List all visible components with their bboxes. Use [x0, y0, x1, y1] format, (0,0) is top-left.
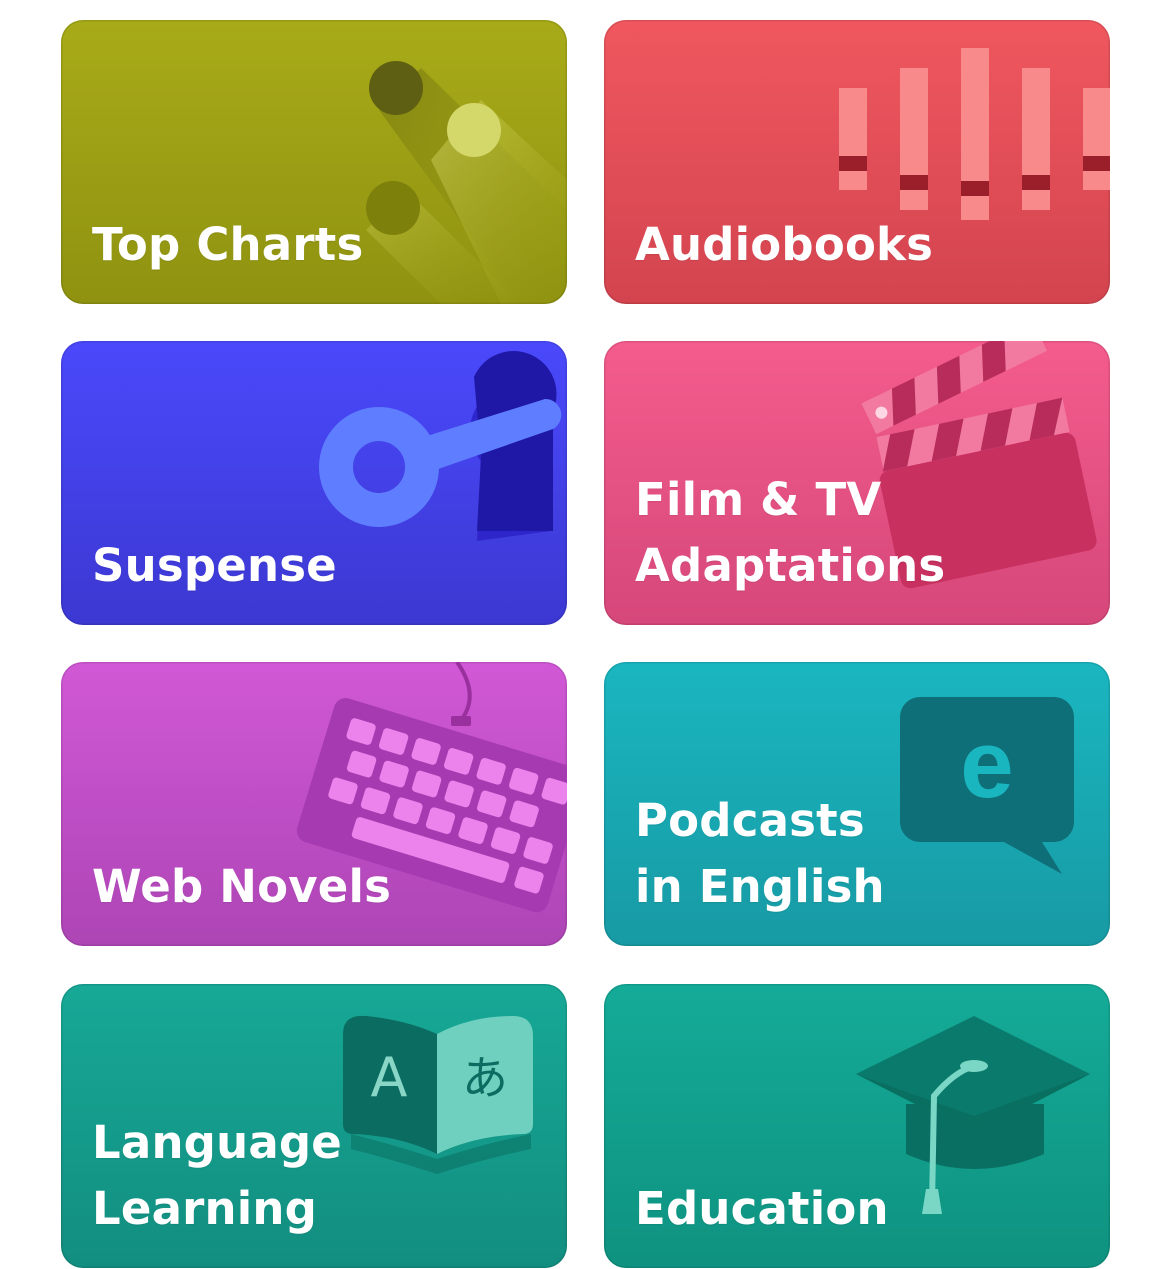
category-tile-top-charts[interactable]: Top Charts: [61, 20, 567, 304]
category-label: Podcasts in English: [635, 794, 885, 913]
category-tile-audiobooks[interactable]: Audiobooks: [604, 20, 1110, 304]
category-tile-suspense[interactable]: Suspense: [61, 341, 567, 625]
book-right-letter: あ: [462, 1051, 508, 1105]
category-tile-web-novels[interactable]: Web Novels: [61, 662, 567, 946]
category-tile-film-tv-adaptations[interactable]: Film & TV Adaptations: [604, 341, 1110, 625]
category-tile-podcasts-in-english[interactable]: e Podcasts in English: [604, 662, 1110, 946]
category-label: Education: [635, 1182, 889, 1235]
category-label: Film & TV Adaptations: [635, 473, 946, 592]
book-left-letter: A: [371, 1046, 408, 1109]
category-label: Language Learning: [92, 1116, 343, 1235]
category-label: Web Novels: [92, 860, 392, 913]
category-label: Top Charts: [92, 218, 364, 271]
category-tile-language-learning[interactable]: A あ Language Learning: [61, 984, 567, 1268]
category-label: Suspense: [92, 539, 337, 592]
category-tile-education[interactable]: Education: [604, 984, 1110, 1268]
category-label: Audiobooks: [635, 218, 934, 271]
speech-bubble-letter: e: [960, 711, 1013, 818]
